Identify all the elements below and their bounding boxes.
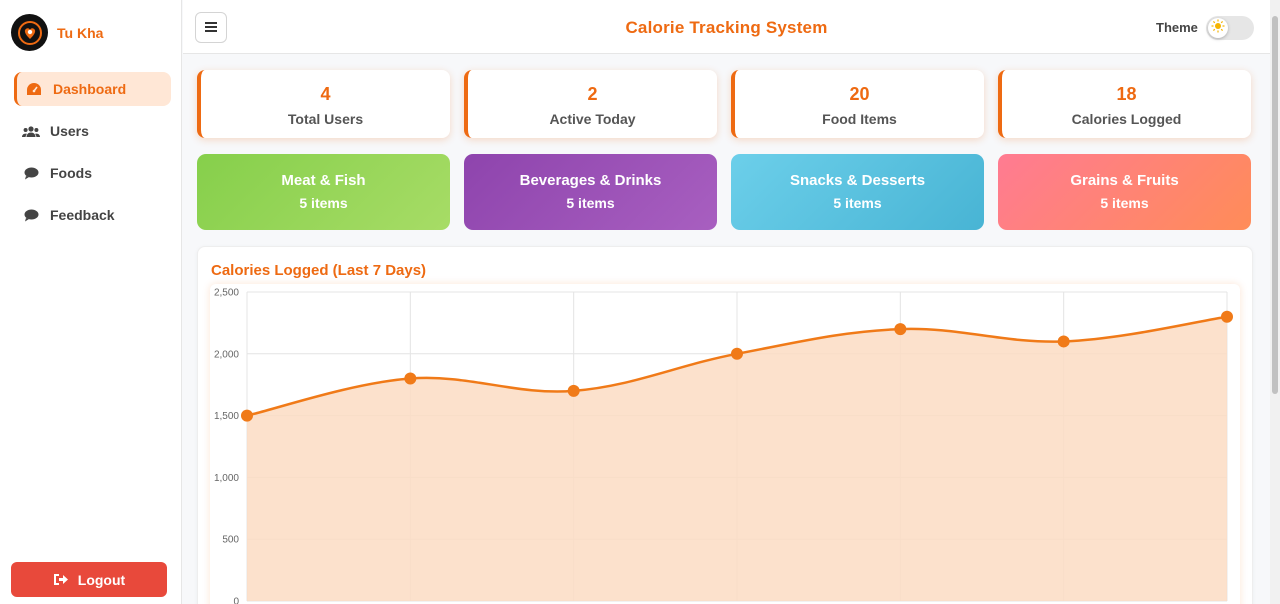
stat-label: Active Today <box>549 111 636 127</box>
sun-icon <box>1211 19 1225 38</box>
y-tick-label: 2,000 <box>214 349 239 360</box>
logout-icon <box>53 573 68 586</box>
category-name: Snacks & Desserts <box>789 172 926 189</box>
dashboard-icon <box>25 80 43 98</box>
stat-value: 20 <box>849 84 870 104</box>
stat-card-food-items: 20 Food Items <box>731 70 984 138</box>
data-point <box>1057 335 1070 348</box>
sidebar-item-users[interactable]: Users <box>14 114 171 148</box>
sidebar-item-label: Dashboard <box>53 81 127 97</box>
sidebar-item-dashboard[interactable]: Dashboard <box>14 72 171 106</box>
data-point <box>894 323 907 336</box>
category-card-meat-fish[interactable]: Meat & Fish 5 items <box>197 154 450 230</box>
stat-value: 18 <box>1116 84 1137 104</box>
page-scrollbar[interactable] <box>1270 0 1280 604</box>
stat-card-active-today: 2 Active Today <box>464 70 717 138</box>
comment-icon <box>22 206 40 224</box>
users-icon <box>22 122 40 140</box>
category-count: 5 items <box>299 195 348 211</box>
stat-label: Calories Logged <box>1071 111 1182 127</box>
data-point <box>241 409 253 422</box>
sidebar-nav: Dashboard Users Foods Feedback <box>14 72 171 240</box>
stat-value: 4 <box>320 84 331 104</box>
category-name: Grains & Fruits <box>1070 172 1179 189</box>
brand-name: Tu Kha <box>57 24 104 41</box>
page-title: Calorie Tracking System <box>625 18 828 37</box>
y-tick-label: 0 <box>233 597 239 604</box>
sidebar-item-foods[interactable]: Foods <box>14 156 171 190</box>
theme-toggle[interactable] <box>1206 16 1254 40</box>
sidebar-item-feedback[interactable]: Feedback <box>14 198 171 232</box>
top-header: Calorie Tracking System Theme <box>183 0 1270 54</box>
y-tick-label: 2,500 <box>214 288 239 299</box>
category-name: Beverages & Drinks <box>519 172 662 189</box>
stat-card-calories-logged: 18 Calories Logged <box>998 70 1251 138</box>
stat-card-total-users: 4 Total Users <box>197 70 450 138</box>
brand: Tu Kha <box>11 14 103 51</box>
data-point <box>731 347 743 360</box>
y-tick-label: 1,000 <box>214 473 239 484</box>
scrollbar-thumb[interactable] <box>1272 16 1278 394</box>
brand-logo <box>11 14 48 51</box>
toggle-knob <box>1208 18 1228 38</box>
stat-label: Total Users <box>287 111 364 127</box>
logout-button[interactable]: Logout <box>11 562 167 597</box>
category-card-beverages-drinks[interactable]: Beverages & Drinks 5 items <box>464 154 717 230</box>
theme-label: Theme <box>1156 20 1198 35</box>
category-count: 5 items <box>833 195 882 211</box>
sidebar-item-label: Users <box>50 123 89 139</box>
category-name: Meat & Fish <box>281 172 366 189</box>
stat-label: Food Items <box>822 111 897 127</box>
stat-value: 2 <box>587 84 598 104</box>
logout-label: Logout <box>77 571 126 588</box>
sidebar-item-label: Foods <box>50 165 92 181</box>
calories-line-chart: 0 500 1,000 1,500 2,000 2,500 <box>214 288 1233 604</box>
data-point <box>1221 310 1233 323</box>
data-point <box>404 372 417 385</box>
y-tick-label: 500 <box>222 535 239 546</box>
comment-icon <box>22 164 40 182</box>
category-card-grains-fruits[interactable]: Grains & Fruits 5 items <box>998 154 1251 230</box>
sidebar-item-label: Feedback <box>50 207 115 223</box>
sidebar: Tu Kha Dashboard Users Foods Feedback Lo… <box>0 0 182 604</box>
category-card-snacks-desserts[interactable]: Snacks & Desserts 5 items <box>731 154 984 230</box>
data-point <box>567 384 580 397</box>
category-count: 5 items <box>566 195 615 211</box>
category-count: 5 items <box>1100 195 1149 211</box>
y-tick-label: 1,500 <box>214 411 239 422</box>
